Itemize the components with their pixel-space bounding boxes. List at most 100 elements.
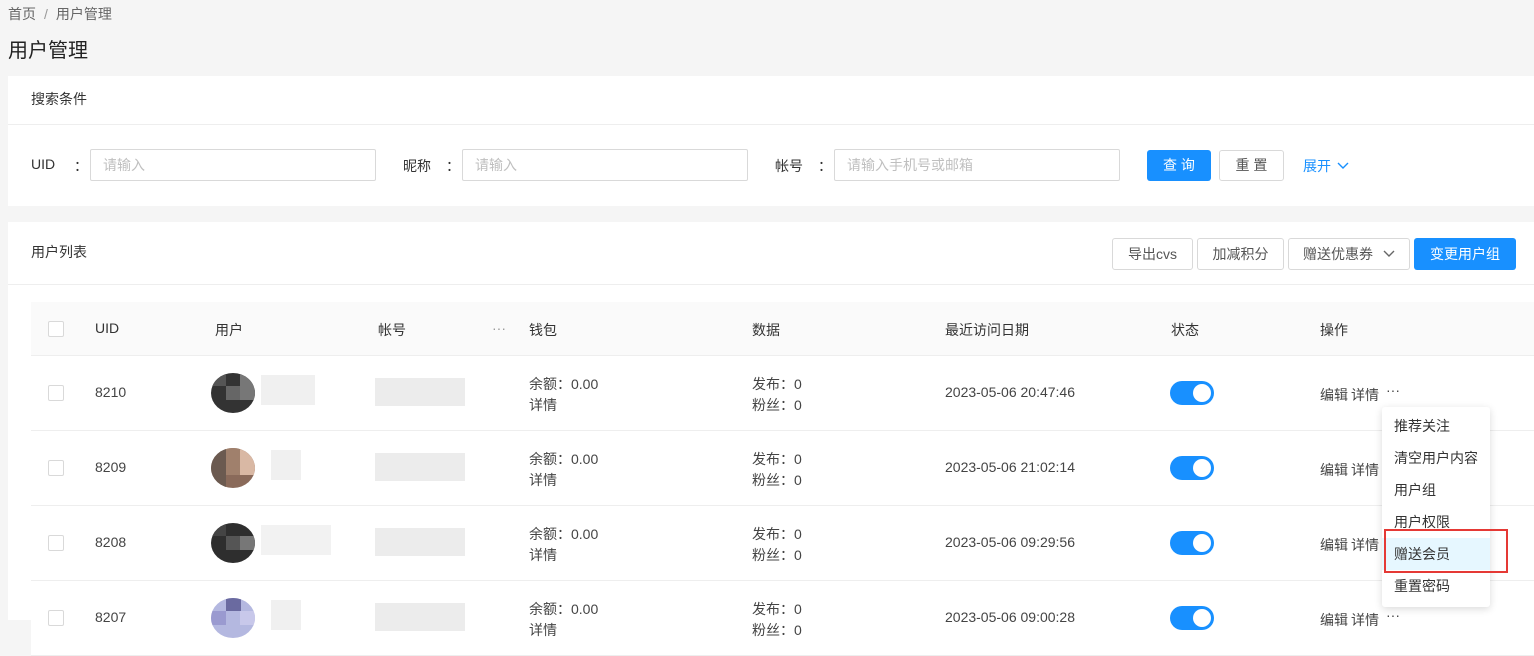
wallet-balance: 余额：0.00: [529, 376, 599, 392]
nickname-colon: ：: [446, 158, 460, 174]
table-row: 8208 余额：0.00 详情 发布：0 粉丝：0 2023-05-06 09:…: [31, 506, 1534, 581]
data-publish: 发布：0: [752, 376, 802, 392]
edit-link[interactable]: 编辑: [1320, 385, 1348, 405]
avatar: [211, 448, 255, 488]
table-row: 8207 余额：0.00 详情 发布：0 粉丝：0 2023-05-06 09:…: [31, 581, 1534, 656]
give-coupon-label: 赠送优惠券: [1303, 246, 1374, 262]
column-uid: UID: [95, 320, 120, 336]
view-detail-link[interactable]: 详情: [1351, 610, 1379, 630]
view-detail-link[interactable]: 详情: [1351, 535, 1379, 555]
more-actions-icon[interactable]: ···: [1386, 382, 1400, 398]
more-actions-icon[interactable]: ···: [1386, 607, 1400, 623]
chevron-down-icon: [1337, 162, 1349, 169]
search-card: 搜索条件 UID ： 请输入 昵称 ： 请输入 帐号 ： 请输入手机号或邮箱 查…: [8, 76, 1534, 206]
account-blur: [375, 603, 465, 631]
last-visit-date: 2023-05-06 09:29:56: [945, 534, 1075, 550]
status-toggle[interactable]: [1170, 606, 1214, 630]
data-fans: 粉丝：0: [752, 472, 802, 488]
column-data: 数据: [752, 322, 780, 338]
column-last-visit: 最近访问日期: [945, 322, 1029, 338]
breadcrumb-current: 用户管理: [55, 6, 112, 22]
breadcrumb-separator: /: [44, 6, 48, 22]
table-header: UID 用户 帐号 ··· 钱包 数据 最近访问日期 状态 操作: [31, 302, 1534, 356]
table-row: 8209 余额：0.00 详情 发布：0 粉丝：0 2023-05-06 21:…: [31, 431, 1534, 506]
edit-link[interactable]: 编辑: [1320, 460, 1348, 480]
edit-link[interactable]: 编辑: [1320, 535, 1348, 555]
column-actions: 操作: [1320, 322, 1348, 338]
wallet-detail-link[interactable]: 详情: [529, 545, 557, 565]
user-nickname-blur: [261, 525, 331, 555]
data-fans: 粉丝：0: [752, 397, 802, 413]
data-publish: 发布：0: [752, 601, 802, 617]
user-nickname-blur: [271, 600, 301, 630]
table-row: 8210 余额：0.00 详情 发布：0 粉丝：0 2023-05-06 20:…: [31, 356, 1534, 431]
wallet-balance: 余额：0.00: [529, 526, 599, 542]
avatar: [211, 373, 255, 413]
more-actions-dropdown: 推荐关注 清空用户内容 用户组 用户权限 赠送会员 重置密码: [1382, 407, 1490, 607]
row-checkbox[interactable]: [48, 385, 64, 401]
user-table: UID 用户 帐号 ··· 钱包 数据 最近访问日期 状态 操作 8210 余额…: [31, 302, 1534, 656]
uid-label: UID: [31, 156, 56, 172]
row-checkbox[interactable]: [48, 610, 64, 626]
menu-item-user-group[interactable]: 用户组: [1382, 474, 1490, 506]
account-label: 帐号: [775, 158, 803, 174]
column-account: 帐号: [378, 322, 406, 338]
search-card-header: 搜索条件: [8, 76, 1534, 125]
reset-button[interactable]: 重 置: [1219, 150, 1284, 181]
column-wallet: 钱包: [529, 322, 557, 338]
row-uid: 8209: [95, 459, 127, 475]
last-visit-date: 2023-05-06 21:02:14: [945, 459, 1075, 475]
uid-colon: ：: [74, 158, 88, 174]
column-user: 用户: [215, 322, 243, 338]
page-title: 用户管理: [8, 40, 88, 62]
adjust-points-button[interactable]: 加减积分: [1197, 238, 1284, 270]
menu-item-reset-password[interactable]: 重置密码: [1382, 570, 1490, 602]
column-status: 状态: [1171, 322, 1199, 338]
row-uid: 8207: [95, 609, 127, 625]
query-button[interactable]: 查 询: [1147, 150, 1211, 181]
last-visit-date: 2023-05-06 20:47:46: [945, 384, 1075, 400]
column-menu-icon[interactable]: ···: [492, 320, 506, 336]
account-blur: [375, 528, 465, 556]
row-uid: 8210: [95, 384, 127, 400]
status-toggle[interactable]: [1170, 381, 1214, 405]
row-uid: 8208: [95, 534, 127, 550]
breadcrumb-home[interactable]: 首页: [8, 6, 36, 22]
highlight-box: [1384, 529, 1508, 573]
nickname-label: 昵称: [403, 158, 431, 174]
last-visit-date: 2023-05-06 09:00:28: [945, 609, 1075, 625]
uid-input[interactable]: 请输入: [90, 149, 376, 181]
expand-link[interactable]: 展开: [1303, 156, 1349, 176]
data-publish: 发布：0: [752, 526, 802, 542]
wallet-detail-link[interactable]: 详情: [529, 470, 557, 490]
menu-item-recommend-follow[interactable]: 推荐关注: [1382, 410, 1490, 442]
expand-label: 展开: [1303, 158, 1331, 174]
status-toggle[interactable]: [1170, 456, 1214, 480]
wallet-balance: 余额：0.00: [529, 451, 599, 467]
user-nickname-blur: [271, 450, 301, 480]
change-user-group-button[interactable]: 变更用户组: [1414, 238, 1516, 270]
account-colon: ：: [818, 158, 832, 174]
data-fans: 粉丝：0: [752, 622, 802, 638]
row-checkbox[interactable]: [48, 535, 64, 551]
nickname-input[interactable]: 请输入: [462, 149, 748, 181]
row-checkbox[interactable]: [48, 460, 64, 476]
wallet-detail-link[interactable]: 详情: [529, 620, 557, 640]
avatar: [211, 523, 255, 563]
status-toggle[interactable]: [1170, 531, 1214, 555]
chevron-down-icon: [1383, 250, 1395, 257]
export-cvs-button[interactable]: 导出cvs: [1112, 238, 1193, 270]
avatar: [211, 598, 255, 638]
account-input[interactable]: 请输入手机号或邮箱: [834, 149, 1120, 181]
view-detail-link[interactable]: 详情: [1351, 460, 1379, 480]
edit-link[interactable]: 编辑: [1320, 610, 1348, 630]
menu-item-clear-user-content[interactable]: 清空用户内容: [1382, 442, 1490, 474]
wallet-detail-link[interactable]: 详情: [529, 395, 557, 415]
view-detail-link[interactable]: 详情: [1351, 385, 1379, 405]
account-blur: [375, 378, 465, 406]
give-coupon-button[interactable]: 赠送优惠券: [1288, 238, 1410, 270]
select-all-checkbox[interactable]: [48, 321, 64, 337]
user-nickname-blur: [261, 375, 315, 405]
data-fans: 粉丝：0: [752, 547, 802, 563]
wallet-balance: 余额：0.00: [529, 601, 599, 617]
